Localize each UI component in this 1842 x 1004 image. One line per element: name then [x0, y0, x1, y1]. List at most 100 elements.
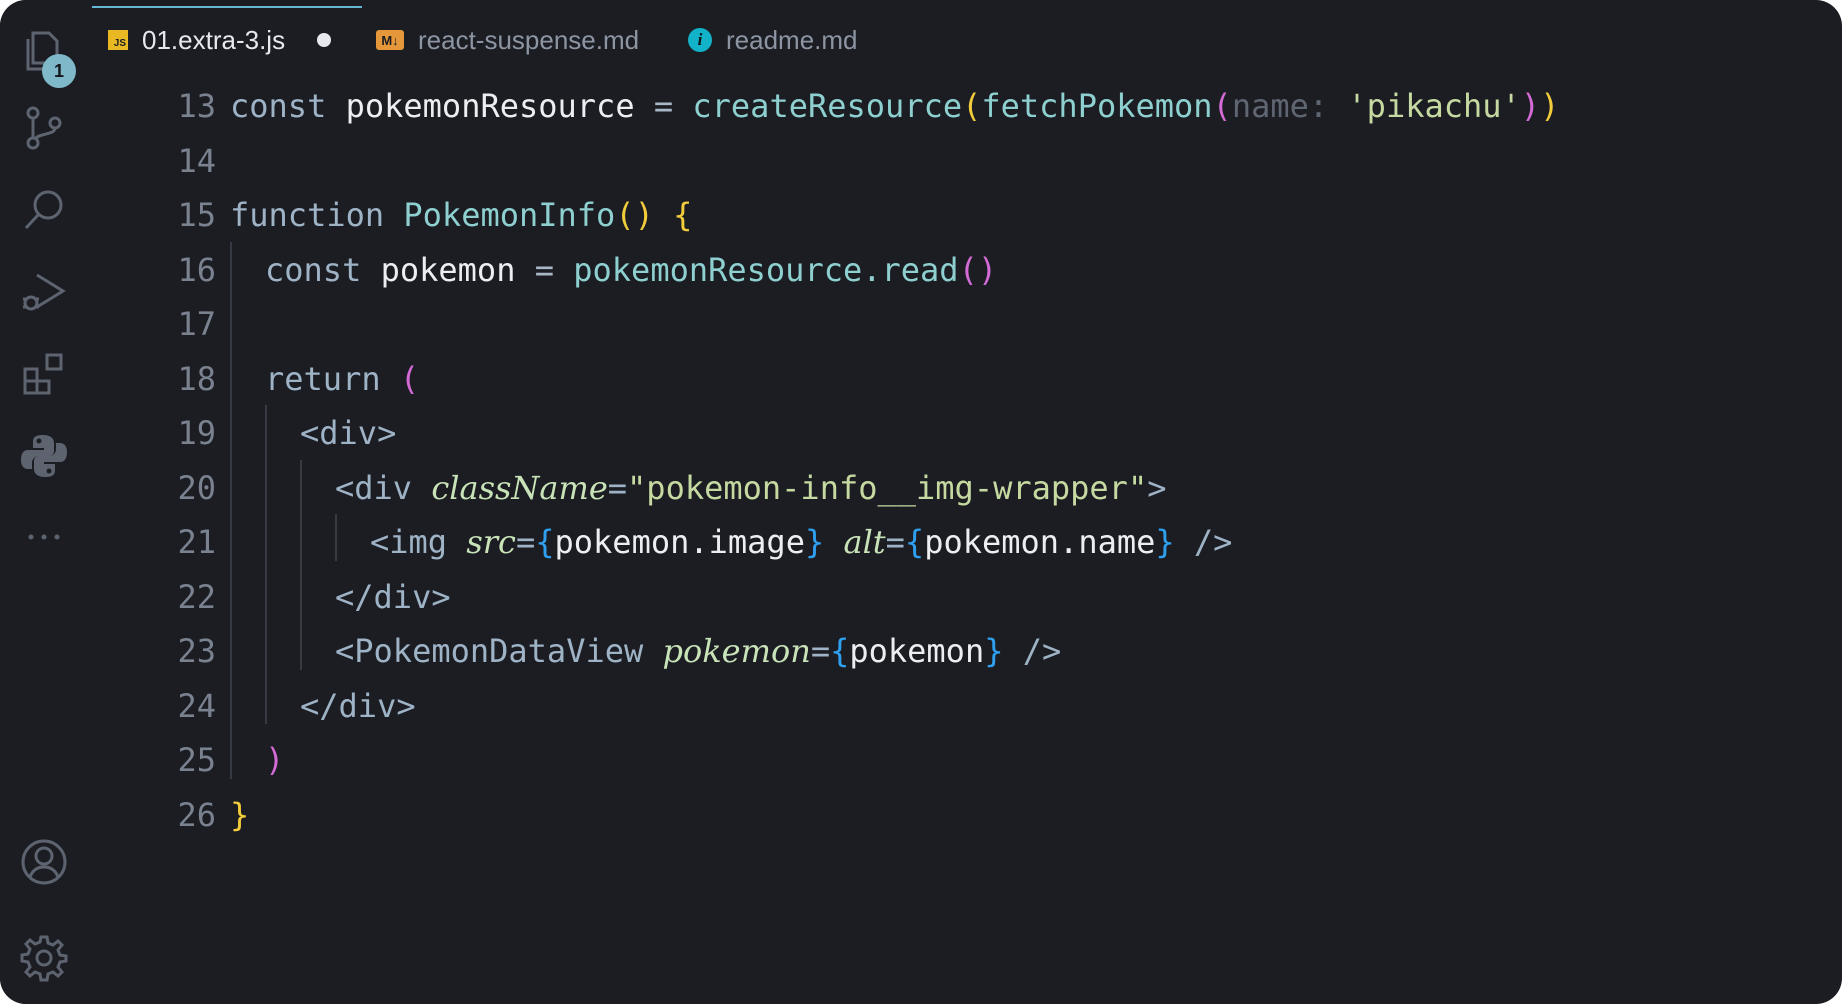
code-token: ()	[958, 250, 998, 289]
code-token: )	[265, 741, 285, 779]
code-token: =	[653, 87, 693, 125]
code-text: <div>	[300, 414, 396, 452]
code-token: }	[984, 632, 1023, 670]
code-token: )	[1520, 87, 1541, 125]
code-token: >	[1147, 468, 1167, 507]
line-number: 19	[177, 414, 216, 452]
code-token: <img	[370, 523, 467, 561]
editor-window: 1 JS 01.extra-3.js M↓ react-suspense.md …	[0, 0, 1842, 1004]
code-text: const pokemon = pokemonResource.read()	[265, 251, 997, 289]
code-token: const	[265, 250, 381, 289]
account-icon[interactable]	[18, 836, 70, 888]
code-line[interactable]: 26}	[92, 783, 1832, 847]
code-token: </div>	[300, 686, 416, 725]
code-token: =	[810, 632, 831, 670]
code-token: pokemonResource.read	[573, 250, 959, 289]
code-token: function	[230, 196, 404, 234]
tab-01-extra-3-js[interactable]: JS 01.extra-3.js	[108, 0, 332, 80]
code-editor[interactable]: 13 const pokemonResource = createResource…	[92, 80, 1842, 1004]
tab-label: readme.md	[726, 24, 858, 55]
code-token: PokemonInfo	[403, 196, 616, 234]
code-token: <div>	[300, 414, 397, 452]
code-text: <div className="pokemon-info__img-wrappe…	[335, 469, 1166, 507]
code-token: =	[607, 468, 628, 507]
code-token: <PokemonDataView	[335, 632, 663, 670]
line-number: 14	[177, 141, 216, 180]
code-token: </div>	[335, 577, 451, 616]
line-number: 13	[177, 87, 216, 125]
line-number: 17	[177, 305, 216, 343]
line-number: 24	[177, 686, 216, 725]
code-token: pokemon.name	[924, 523, 1156, 561]
extensions-icon[interactable]	[18, 348, 70, 400]
code-token: "pokemon-info__img-wrapper"	[627, 468, 1148, 507]
code-token: }	[230, 795, 250, 834]
search-icon[interactable]	[18, 184, 70, 236]
tab-label: 01.extra-3.js	[142, 24, 286, 55]
code-token: {	[904, 523, 925, 561]
source-control-icon[interactable]	[18, 102, 70, 154]
more-icon[interactable]	[18, 510, 70, 562]
code-token: />	[1193, 523, 1233, 561]
line-number: 21	[177, 523, 216, 561]
indent-guide	[265, 405, 267, 724]
line-number: 15	[177, 196, 216, 234]
markdown-file-icon: M↓	[376, 30, 404, 50]
code-text: <PokemonDataView pokemon={pokemon} />	[335, 632, 1061, 670]
code-token: (	[962, 87, 982, 125]
line-number: 20	[177, 468, 216, 507]
code-token: )	[1540, 87, 1560, 125]
indent-guide	[300, 459, 302, 670]
code-token: {	[830, 632, 850, 670]
info-file-icon: i	[688, 28, 712, 52]
javascript-file-icon: JS	[108, 30, 128, 50]
explorer-badge: 1	[42, 54, 76, 88]
code-token: =	[515, 523, 536, 561]
code-token: createResource	[692, 87, 963, 125]
tab-readme-md[interactable]: i readme.md	[688, 0, 858, 80]
code-token: src	[466, 523, 516, 561]
python-icon[interactable]	[18, 430, 70, 482]
code-token: (	[1212, 87, 1232, 125]
code-token: />	[1022, 632, 1062, 670]
code-token: <div	[335, 468, 432, 507]
code-text: </div>	[300, 687, 416, 725]
line-number: 23	[177, 632, 216, 670]
code-token: pokemonResource	[345, 87, 654, 125]
code-token: =	[885, 523, 905, 561]
code-text: <img src={pokemon.image} alt={pokemon.na…	[370, 523, 1232, 561]
tab-bar: JS 01.extra-3.js M↓ react-suspense.md i …	[92, 0, 1812, 80]
code-text: const pokemonResource = createResource(f…	[230, 87, 1559, 125]
unsaved-dot-icon[interactable]	[317, 33, 332, 47]
line-number: 16	[177, 250, 216, 289]
code-token: {	[535, 523, 555, 561]
line-number: 26	[177, 795, 216, 834]
code-token: }	[1155, 523, 1194, 561]
code-token: (	[399, 359, 420, 398]
activity-bar: 1	[0, 0, 88, 1004]
code-token: pokemon	[380, 250, 535, 289]
code-token: pokemon.image	[554, 523, 805, 561]
tab-react-suspense-md[interactable]: M↓ react-suspense.md	[376, 0, 639, 80]
code-text: </div>	[335, 578, 451, 616]
code-token: }	[804, 523, 844, 561]
indent-guide	[230, 241, 232, 779]
code-token: 'pikachu'	[1347, 87, 1521, 125]
run-debug-icon[interactable]	[18, 266, 70, 318]
code-token: return	[265, 359, 400, 398]
code-text: function PokemonInfo() {	[230, 196, 692, 234]
code-token: const	[230, 87, 346, 125]
code-token: () {	[615, 196, 693, 234]
code-token: pokemon	[849, 632, 985, 670]
code-text: }	[230, 796, 249, 834]
code-token: className	[431, 468, 608, 507]
code-token: alt	[843, 523, 886, 561]
code-token: fetchPokemon	[981, 87, 1213, 125]
line-number: 18	[177, 359, 216, 398]
code-token: =	[534, 250, 574, 289]
code-token: name:	[1231, 87, 1348, 125]
line-number: 22	[177, 577, 216, 616]
code-token: pokemon	[662, 632, 811, 670]
indent-guide	[335, 514, 337, 561]
settings-gear-icon[interactable]	[18, 932, 70, 984]
